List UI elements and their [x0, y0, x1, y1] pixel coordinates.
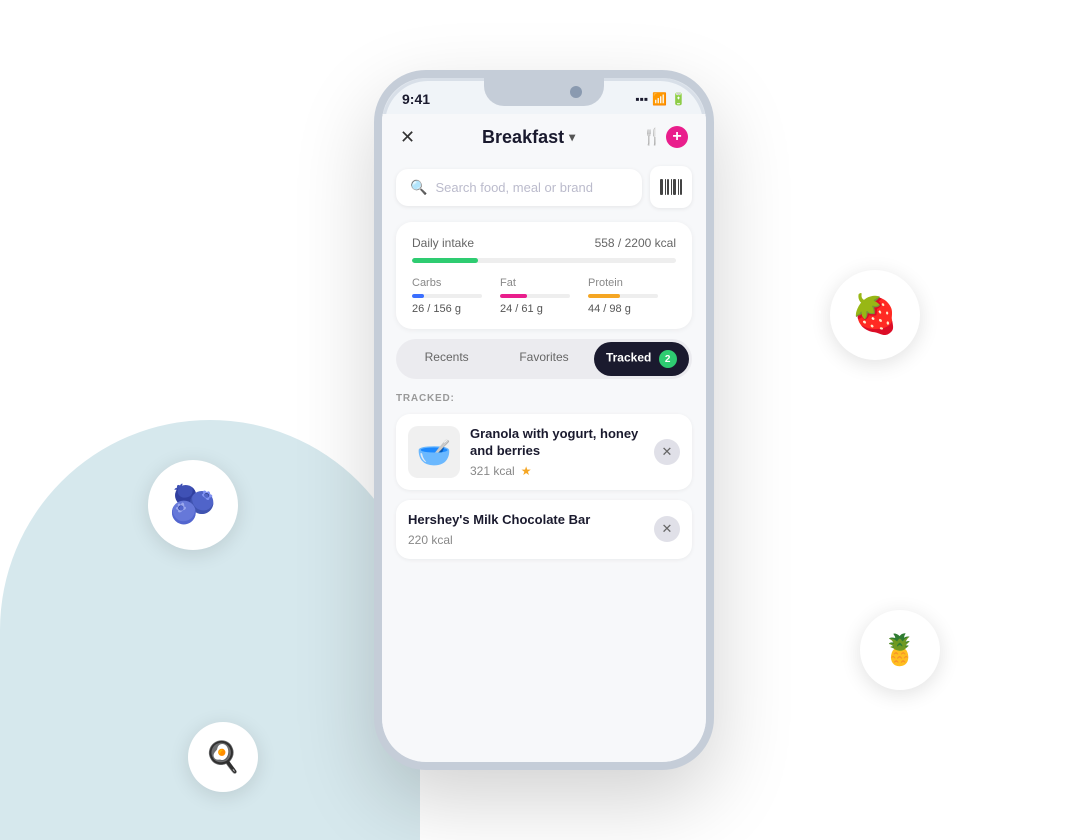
- tracked-badge: 2: [659, 350, 677, 368]
- macro-carbs-value: 26 / 156 g: [412, 303, 461, 315]
- egg-food: 🍳: [204, 740, 241, 775]
- daily-intake-card: Daily intake 558 / 2200 kcal Carbs: [396, 222, 692, 329]
- food-meta-chocolate: 220 kcal: [408, 533, 644, 547]
- daily-intake-label: Daily intake: [412, 236, 474, 250]
- tracked-label: TRACKED:: [396, 393, 692, 404]
- tracked-section: TRACKED: 🥣 Granola with yogurt, honey an…: [382, 389, 706, 559]
- meal-title: Breakfast: [482, 127, 564, 148]
- pineapple-food: 🍍: [881, 633, 918, 668]
- macro-fat: Fat 24 / 61 g: [500, 277, 588, 315]
- macro-carbs-fill: [412, 294, 424, 298]
- macro-carbs: Carbs 26 / 156 g: [412, 277, 500, 315]
- battery-icon: 🔋: [671, 92, 686, 106]
- remove-chocolate-button[interactable]: ✕: [654, 516, 680, 542]
- blueberries-food: 🫐: [169, 483, 216, 527]
- macro-protein-value: 44 / 98 g: [588, 303, 631, 315]
- tab-recents[interactable]: Recents: [399, 342, 494, 376]
- macro-fat-value: 24 / 61 g: [500, 303, 543, 315]
- macro-protein: Protein 44 / 98 g: [588, 277, 676, 315]
- header-title: Breakfast ▾: [482, 127, 575, 148]
- macro-protein-fill: [588, 294, 620, 298]
- tabs-container: Recents Favorites Tracked 2: [396, 339, 692, 379]
- remove-granola-button[interactable]: ✕: [654, 439, 680, 465]
- macro-carbs-bar: [412, 294, 482, 298]
- food-name-granola: Granola with yogurt, honey and berries: [470, 426, 644, 460]
- search-input-wrapper[interactable]: 🔍 Search food, meal or brand: [396, 169, 642, 206]
- phone-container: 9:41 ▪▪▪ 📶 🔋 ✕ Breakfast ▾ 🍴 +: [374, 70, 714, 770]
- fork-icon: 🍴: [642, 127, 662, 147]
- daily-intake-header: Daily intake 558 / 2200 kcal: [412, 236, 676, 250]
- phone-content: ✕ Breakfast ▾ 🍴 + 🔍 Search food, meal or…: [382, 114, 706, 762]
- search-container: 🔍 Search food, meal or brand: [382, 158, 706, 216]
- front-camera: [570, 86, 582, 98]
- add-meal-button[interactable]: 🍴 +: [642, 126, 688, 148]
- status-time: 9:41: [402, 91, 430, 107]
- food-info-granola: Granola with yogurt, honey and berries 3…: [470, 426, 644, 478]
- food-meta-granola: 321 kcal ★: [470, 464, 644, 478]
- daily-progress-fill: [412, 258, 478, 263]
- dropdown-arrow[interactable]: ▾: [569, 130, 575, 144]
- macro-fat-bar: [500, 294, 570, 298]
- daily-intake-value: 558 / 2200 kcal: [595, 236, 676, 250]
- close-button[interactable]: ✕: [400, 127, 415, 148]
- food-item-granola[interactable]: 🥣 Granola with yogurt, honey and berries…: [396, 414, 692, 490]
- tab-favorites[interactable]: Favorites: [496, 342, 591, 376]
- macro-carbs-label: Carbs: [412, 277, 441, 289]
- barcode-icon: [660, 179, 682, 195]
- food-name-chocolate: Hershey's Milk Chocolate Bar: [408, 512, 644, 529]
- plate-blueberries: 🫐: [148, 460, 238, 550]
- tab-tracked[interactable]: Tracked 2: [594, 342, 689, 376]
- status-icons: ▪▪▪ 📶 🔋: [635, 92, 686, 106]
- food-image-granola: 🥣: [408, 426, 460, 478]
- plate-pineapple: 🍍: [860, 610, 940, 690]
- daily-progress-bar: [412, 258, 676, 263]
- macro-protein-bar: [588, 294, 658, 298]
- phone-frame: 9:41 ▪▪▪ 📶 🔋 ✕ Breakfast ▾ 🍴 +: [374, 70, 714, 770]
- food-kcal-chocolate: 220 kcal: [408, 533, 453, 547]
- search-placeholder: Search food, meal or brand: [435, 180, 593, 195]
- food-item-chocolate[interactable]: Hershey's Milk Chocolate Bar 220 kcal ✕: [396, 500, 692, 559]
- macro-fat-label: Fat: [500, 277, 516, 289]
- food-kcal-granola: 321 kcal: [470, 464, 515, 478]
- plate-raspberries: 🍓: [830, 270, 920, 360]
- star-icon-granola: ★: [521, 464, 532, 478]
- raspberries-food: 🍓: [851, 293, 898, 337]
- macros-row: Carbs 26 / 156 g Fat: [412, 277, 676, 315]
- wifi-icon: 📶: [652, 92, 667, 106]
- macro-fat-fill: [500, 294, 527, 298]
- plus-circle-icon: +: [666, 126, 688, 148]
- food-info-chocolate: Hershey's Milk Chocolate Bar 220 kcal: [408, 512, 644, 547]
- phone-notch: [484, 78, 604, 106]
- macro-protein-label: Protein: [588, 277, 623, 289]
- signal-icon: ▪▪▪: [635, 92, 648, 106]
- search-icon: 🔍: [410, 179, 427, 196]
- barcode-button[interactable]: [650, 166, 692, 208]
- app-header: ✕ Breakfast ▾ 🍴 +: [382, 114, 706, 158]
- plate-egg: 🍳: [188, 722, 258, 792]
